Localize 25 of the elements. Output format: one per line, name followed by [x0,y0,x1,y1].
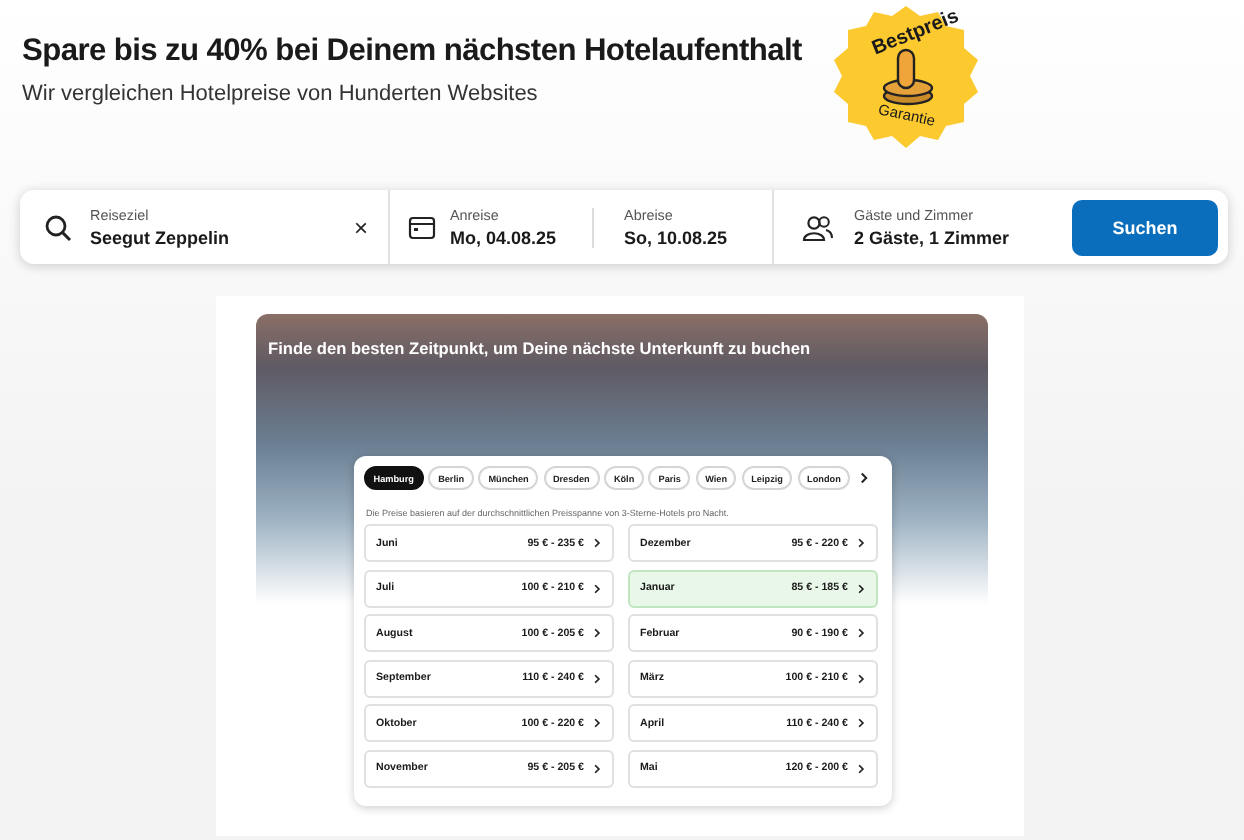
chevron-right-icon [856,718,866,728]
search-icon [44,213,72,241]
chevron-right-icon [592,763,602,773]
chevron-right-icon [856,538,866,548]
chevron-right-icon [856,583,866,593]
field-value: Seegut Zeppelin [90,228,232,248]
chevron-right-icon [592,718,602,728]
chevron-right-icon [856,763,866,773]
page-heading: Spare bis zu 40% bei Deinem nächsten Hotelaufenthalt [22,34,804,70]
promo-heading: Finde den besten Zeitpunkt, um Deine nächste Unterkunft zu buchen [266,336,813,358]
chevron-right-icon [856,628,866,638]
clear-button[interactable]: × [353,213,368,241]
field-value: So, 10.08.25 [624,228,728,248]
search-button[interactable]: Suchen [1072,199,1218,255]
people-icon [802,213,834,241]
field-value: 2 Gäste, 1 Zimmer [854,228,1010,248]
calendar-icon [408,213,436,241]
page-subheading: Wir vergleichen Hotelpreise von Hunderten Websites [22,82,540,106]
chevron-right-icon [856,673,866,683]
chevron-right-icon [858,472,871,484]
chevron-right-icon [592,628,602,638]
chevron-right-icon [592,538,602,548]
field-value: Mo, 04.08.25 [450,228,557,248]
chevron-right-icon [592,583,602,593]
chevron-right-icon [592,673,602,683]
